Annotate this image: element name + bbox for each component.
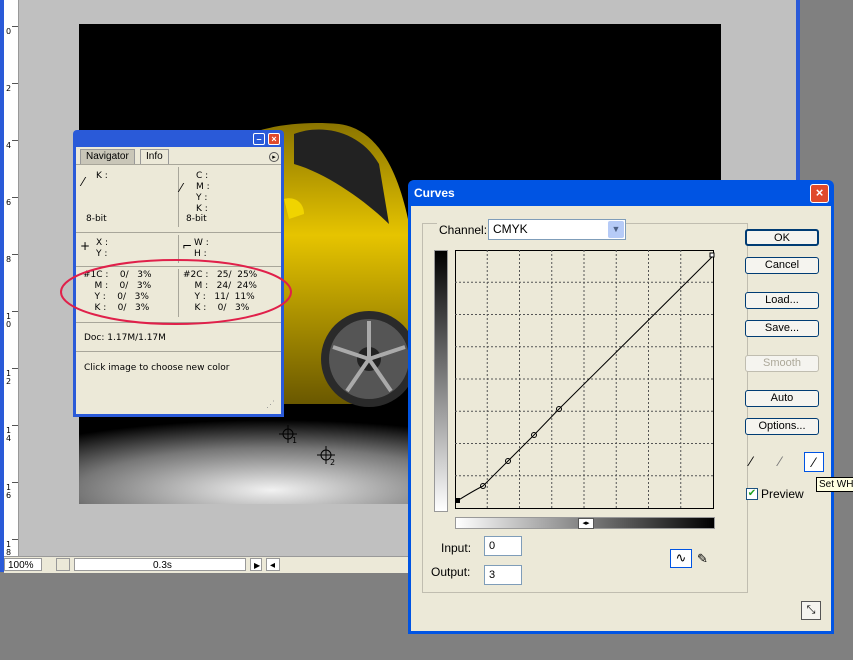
ruler-label: 1 8 <box>6 540 12 557</box>
smooth-button[interactable]: Smooth <box>745 355 819 372</box>
svg-text:2: 2 <box>330 458 335 467</box>
status-menu-icon[interactable] <box>56 558 70 571</box>
ruler-tick <box>12 197 18 198</box>
zoom-level[interactable]: 100% <box>4 558 42 571</box>
channel-label: Channel: <box>437 223 490 237</box>
status-info: 0.3s <box>74 558 246 571</box>
output-label: Output: <box>431 565 471 579</box>
info-m: M : <box>196 182 210 192</box>
curves-body: Channel: CMYK ▼ ◂▸ Input: 0 Output: 3 ∿ … <box>411 206 831 631</box>
dialog-close-button[interactable]: × <box>810 184 829 203</box>
info-y: Y : <box>196 193 208 203</box>
doc-size: Doc: 1.17M/1.17M <box>84 333 166 343</box>
curve-graph[interactable] <box>455 250 715 510</box>
load-button[interactable]: Load... <box>745 292 819 309</box>
eyedropper-icon-2: ⁄ <box>180 181 183 195</box>
gray-point-eyedropper-icon[interactable]: ⁄ <box>779 453 795 471</box>
ruler-label: 2 <box>6 84 12 93</box>
black-point-eyedropper-icon[interactable]: ⁄ <box>750 453 766 471</box>
ruler-label: 6 <box>6 198 12 207</box>
toggle-gradient-icon[interactable]: ◂▸ <box>578 518 594 529</box>
ruler-tick <box>12 140 18 141</box>
tab-navigator[interactable]: Navigator <box>80 149 135 164</box>
minimize-icon[interactable]: – <box>253 133 265 145</box>
preview-label: Preview <box>761 487 804 501</box>
pencil-tool-icon[interactable]: ✎ <box>697 549 715 568</box>
ruler-tick <box>12 368 18 369</box>
ruler-tick <box>12 311 18 312</box>
curve-tool-icon[interactable]: ∿ <box>670 549 692 568</box>
info-c: C : <box>196 171 209 181</box>
close-icon[interactable]: × <box>268 133 280 145</box>
resize-grip-icon[interactable]: ⋰ <box>266 399 278 411</box>
info-hint: Click image to choose new color <box>84 363 230 373</box>
crosshair-icon: + <box>80 239 91 253</box>
eyedropper-icon: ⁄ <box>82 175 85 189</box>
ok-button[interactable]: OK <box>745 229 819 246</box>
palette-menu-icon[interactable]: ▸ <box>269 152 279 162</box>
output-gradient-bar <box>434 250 448 512</box>
white-point-eyedropper-icon[interactable]: ⁄ <box>804 452 824 472</box>
ruler-label: 0 <box>6 27 12 36</box>
info-x: X : <box>96 238 109 248</box>
bitdepth-right: 8-bit <box>186 214 207 224</box>
ruler-tick <box>12 254 18 255</box>
tooltip: Set WH <box>816 477 853 492</box>
save-button[interactable]: Save... <box>745 320 819 337</box>
channel-select[interactable]: CMYK ▼ <box>488 219 626 240</box>
ruler-label: 1 0 <box>6 312 12 329</box>
scroll-left-icon[interactable]: ◂ <box>266 558 280 571</box>
ruler-label: 4 <box>6 141 12 150</box>
ruler-tick <box>12 539 18 540</box>
tab-info[interactable]: Info <box>140 149 169 164</box>
ruler-tick <box>12 26 18 27</box>
curve-point-selected[interactable] <box>455 498 460 503</box>
vertical-ruler: 0 2 4 6 8 1 0 1 2 1 4 1 6 1 8 <box>4 0 19 557</box>
annotation-ellipse <box>60 259 292 325</box>
status-arrow-icon[interactable]: ▶ <box>250 558 262 571</box>
dialog-title: Curves <box>414 186 455 200</box>
svg-text:1: 1 <box>292 436 297 445</box>
cancel-button[interactable]: Cancel <box>745 257 819 274</box>
selection-size-icon: ⌐ <box>182 239 193 253</box>
ruler-tick <box>12 83 18 84</box>
channel-value: CMYK <box>493 222 528 236</box>
output-field[interactable]: 3 <box>484 565 522 585</box>
ruler-label: 1 2 <box>6 369 12 386</box>
ruler-label: 1 4 <box>6 426 12 443</box>
bitdepth-left: 8-bit <box>86 214 107 224</box>
curve-point[interactable] <box>709 252 715 258</box>
ruler-label: 1 6 <box>6 483 12 500</box>
curves-dialog: Curves × Channel: CMYK ▼ ◂▸ Input: 0 Out… <box>408 180 834 634</box>
expand-dialog-icon[interactable]: ⤡ <box>801 601 821 620</box>
info-k-left: K : <box>96 171 108 181</box>
ruler-tick <box>12 482 18 483</box>
auto-button[interactable]: Auto <box>745 390 819 407</box>
preview-checkbox[interactable]: ✔ <box>746 488 758 500</box>
options-button[interactable]: Options... <box>745 418 819 435</box>
ruler-tick <box>12 425 18 426</box>
ruler-label: 8 <box>6 255 12 264</box>
chevron-down-icon[interactable]: ▼ <box>608 221 624 238</box>
input-label: Input: <box>441 541 472 555</box>
input-field[interactable]: 0 <box>484 536 522 556</box>
info-w: W : <box>194 238 209 248</box>
